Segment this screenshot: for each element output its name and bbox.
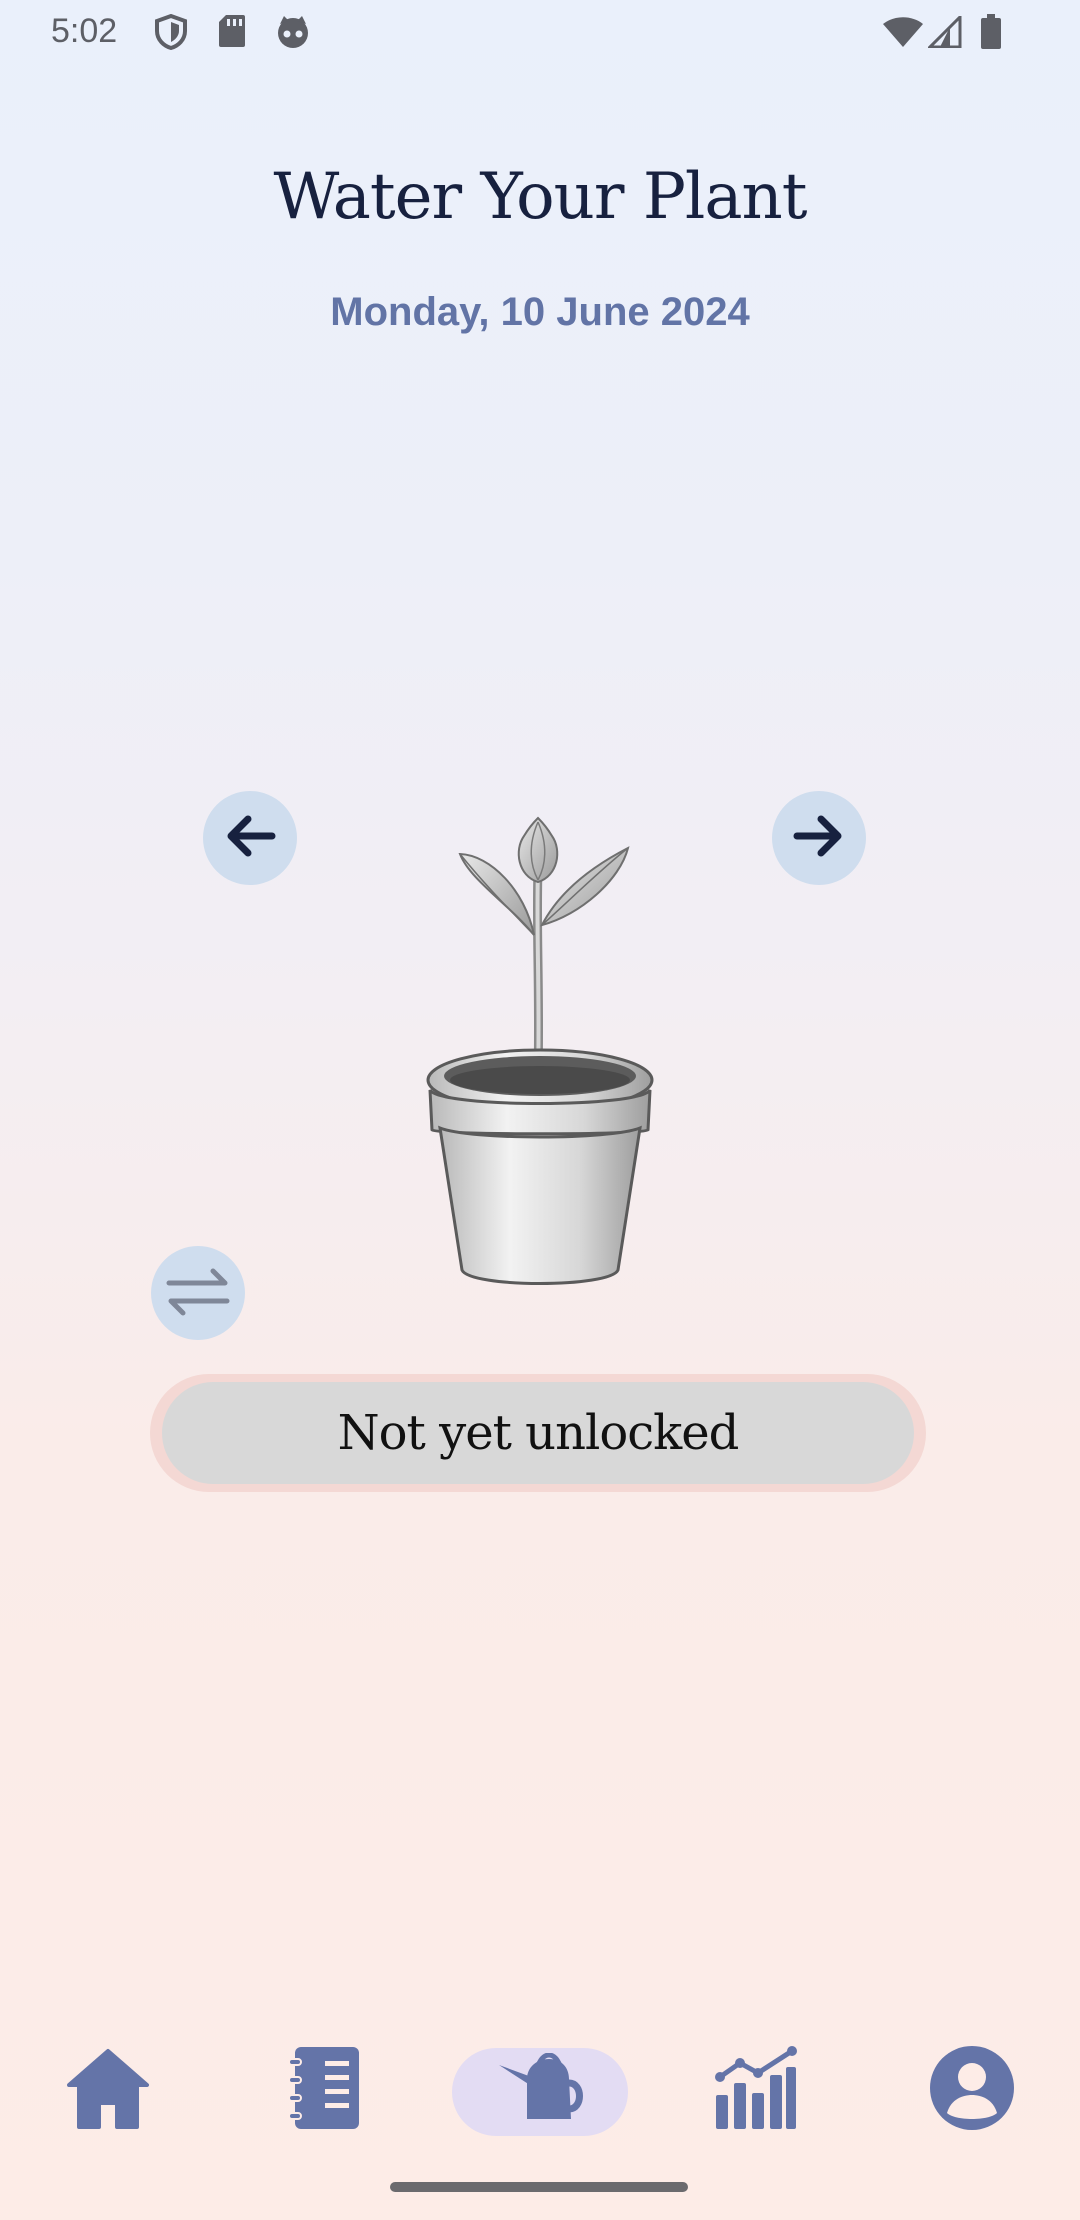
swap-arrows-icon [163,1261,233,1326]
status-time: 5:02 [51,12,118,50]
shield-icon [154,13,188,55]
nav-water[interactable] [490,2040,590,2140]
swap-button[interactable] [151,1246,245,1340]
next-button[interactable] [772,791,866,885]
watering-can-icon [497,2051,583,2128]
page-title: Water Your Plant [273,160,808,234]
nav-journal[interactable] [275,2040,375,2140]
signal-icon [926,13,962,53]
plant-image [410,810,670,1290]
sd-card-icon [218,14,246,53]
status-bar: 5:02 [0,0,1080,66]
bottom-nav [0,2040,1080,2140]
arrow-left-icon [220,806,280,871]
account-icon [929,2045,1015,2136]
previous-button[interactable] [203,791,297,885]
stats-chart-icon [712,2045,798,2136]
home-icon [65,2047,151,2134]
home-indicator[interactable] [390,2182,688,2192]
cat-face-icon [275,14,311,55]
date-label: Monday, 10 June 2024 [330,290,750,334]
unlock-button[interactable]: Not yet unlocked [162,1382,914,1484]
battery-icon [980,14,1002,55]
nav-home[interactable] [58,2040,158,2140]
nav-stats[interactable] [705,2040,805,2140]
nav-profile[interactable] [922,2040,1022,2140]
arrow-right-icon [789,806,849,871]
journal-icon [285,2045,365,2136]
wifi-icon [882,16,924,53]
